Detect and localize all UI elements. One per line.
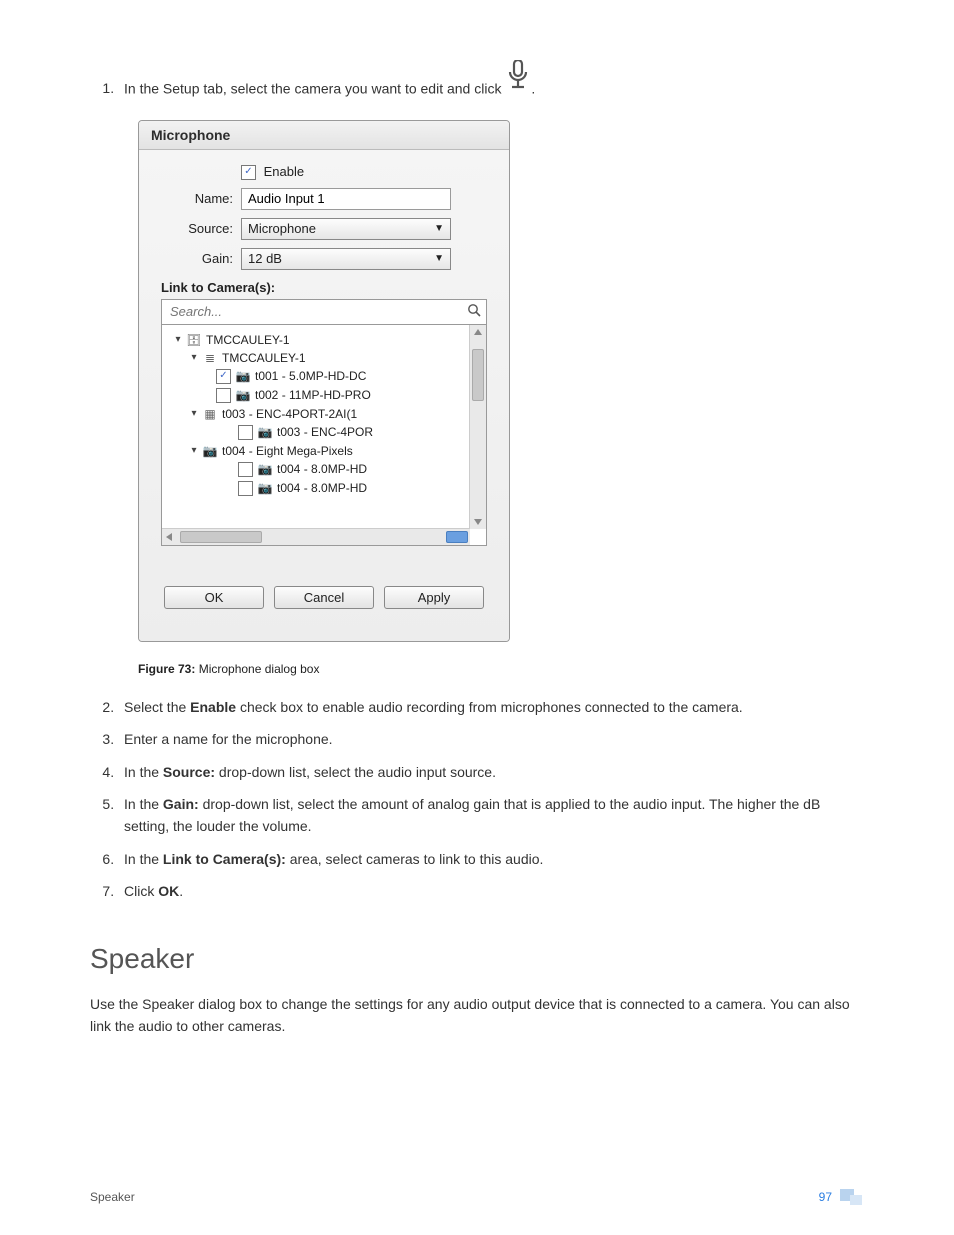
figure-text: Microphone dialog box [195, 662, 319, 676]
tree-node-camera[interactable]: ✓ 📷 t004 - 8.0MP-HD [166, 479, 482, 498]
name-input[interactable] [241, 188, 451, 210]
tree-node-camera[interactable]: ✓ 📷 t004 - 8.0MP-HD [166, 460, 482, 479]
figure-caption: Figure 73: Microphone dialog box [138, 662, 864, 676]
chevron-down-icon[interactable]: ▾ [188, 352, 200, 363]
site-icon: ≣ [202, 351, 218, 365]
step-1: In the Setup tab, select the camera you … [118, 60, 864, 100]
camera-icon: 📷 [235, 369, 251, 383]
enable-checkbox[interactable]: ✓ Enable [241, 164, 487, 180]
step-2: Select the Enable check box to enable au… [118, 696, 864, 718]
caret-down-icon: ▼ [434, 253, 444, 264]
search-box[interactable] [161, 299, 487, 325]
cancel-button[interactable]: Cancel [274, 586, 374, 609]
enable-label: Enable [264, 164, 304, 179]
step-3: Enter a name for the microphone. [118, 728, 864, 750]
chevron-down-icon[interactable]: ▾ [188, 408, 200, 419]
encoder-icon: ▦ [202, 407, 218, 421]
step-7: Click OK. [118, 880, 864, 902]
search-input[interactable] [162, 302, 462, 321]
tree-node-camera[interactable]: ✓ 📷 t002 - 11MP-HD-PRO [166, 386, 482, 405]
source-value: Microphone [248, 221, 316, 236]
vertical-scrollbar[interactable] [469, 325, 486, 529]
ok-button[interactable]: OK [164, 586, 264, 609]
tree-node-camera-group[interactable]: ▾ 📷 t004 - Eight Mega-Pixels [166, 442, 482, 460]
tree-node-encoder[interactable]: ▾ ▦ t003 - ENC-4PORT-2AI(1 [166, 405, 482, 423]
server-icon: 🗄 [186, 333, 202, 347]
source-label: Source: [161, 221, 241, 236]
dialog-title: Microphone [139, 121, 509, 150]
gain-label: Gain: [161, 251, 241, 266]
chevron-down-icon[interactable]: ▾ [188, 445, 200, 456]
step-5: In the Gain: drop-down list, select the … [118, 793, 864, 838]
caret-down-icon: ▼ [434, 223, 444, 234]
tree-node-site[interactable]: ▾ ≣ TMCCAULEY-1 [166, 349, 482, 367]
tree-node-encoder-ch[interactable]: ✓ 📷 t003 - ENC-4POR [166, 423, 482, 442]
camera-tree[interactable]: ▾ 🗄 TMCCAULEY-1 ▾ ≣ TMCCAULEY-1 ✓ 📷 [161, 325, 487, 546]
step-4: In the Source: drop-down list, select th… [118, 761, 864, 783]
page-number: 97 [819, 1190, 832, 1204]
horizontal-scrollbar[interactable] [162, 528, 470, 545]
step-6: In the Link to Camera(s): area, select c… [118, 848, 864, 870]
gain-dropdown[interactable]: 12 dB ▼ [241, 248, 451, 270]
figure-label: Figure 73: [138, 662, 195, 676]
source-dropdown[interactable]: Microphone ▼ [241, 218, 451, 240]
camera-disabled-icon: 📷 [257, 462, 273, 476]
link-to-cameras-label: Link to Camera(s): [161, 280, 487, 295]
step1-pre: In the Setup tab, select the camera you … [124, 80, 505, 96]
search-icon [462, 303, 486, 320]
camera-disabled-icon: 📷 [257, 481, 273, 495]
tree-node-server[interactable]: ▾ 🗄 TMCCAULEY-1 [166, 331, 482, 349]
camera-disabled-icon: 📷 [202, 444, 218, 458]
gain-value: 12 dB [248, 251, 282, 266]
footer-left: Speaker [90, 1190, 135, 1204]
footer-logo-icon [840, 1189, 864, 1205]
speaker-paragraph: Use the Speaker dialog box to change the… [90, 993, 864, 1038]
step1-post: . [531, 80, 535, 96]
camera-icon: 📷 [257, 425, 273, 439]
camera-icon: 📷 [235, 388, 251, 402]
name-label: Name: [161, 191, 241, 206]
microphone-icon [507, 60, 529, 96]
apply-button[interactable]: Apply [384, 586, 484, 609]
microphone-dialog: Microphone ✓ Enable Name: Source: [138, 120, 864, 642]
section-heading-speaker: Speaker [90, 943, 864, 975]
tree-node-camera[interactable]: ✓ 📷 t001 - 5.0MP-HD-DC [166, 367, 482, 386]
chevron-down-icon[interactable]: ▾ [172, 334, 184, 345]
